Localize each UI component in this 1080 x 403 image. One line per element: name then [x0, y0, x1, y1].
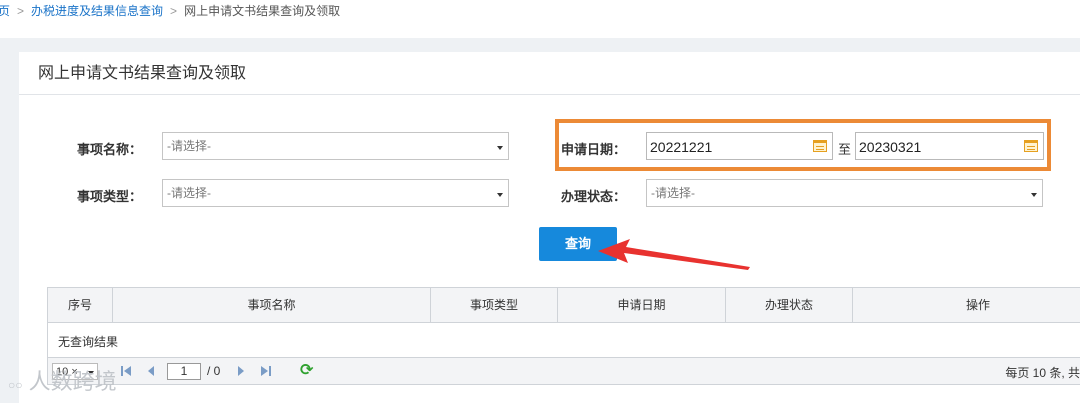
column-header-item-name: 事项名称 — [113, 288, 431, 322]
watermark-logo-icon: ○○ — [8, 378, 23, 392]
chevron-down-icon — [497, 193, 503, 197]
page-info: 每页 10 条, 共 — [1005, 366, 1080, 380]
breadcrumb-separator: > — [17, 4, 25, 18]
item-name-label: 事项名称： — [77, 142, 143, 157]
breadcrumb-current: 网上申请文书结果查询及领取 — [184, 4, 341, 18]
status-select[interactable]: -请选择- — [646, 179, 1043, 207]
item-type-label: 事项类型： — [77, 189, 143, 204]
column-header-apply-date: 申请日期 — [558, 288, 726, 322]
item-name-placeholder: -请选择- — [167, 139, 211, 153]
empty-result-text: 无查询结果 — [58, 335, 119, 349]
date-highlight-box — [555, 119, 1051, 171]
chevron-down-icon — [1031, 193, 1037, 197]
breadcrumb: 首页 > 办税进度及结果信息查询 > 网上申请文书结果查询及领取 — [0, 0, 1080, 24]
chevron-down-icon — [497, 146, 503, 150]
refresh-icon[interactable]: ⟳ — [300, 363, 313, 379]
pagination-bar: 10 × 1 / 0 ⟳ 每页 10 条, 共 — [47, 357, 1080, 385]
breadcrumb-separator: > — [170, 4, 178, 18]
breadcrumb-progress-query[interactable]: 办税进度及结果信息查询 — [31, 4, 163, 18]
page-number-input[interactable]: 1 — [167, 363, 201, 380]
table-header: 序号 事项名称 事项类型 申请日期 办理状态 操作 — [48, 288, 1080, 323]
page-total: / 0 — [207, 364, 221, 378]
status-label: 办理状态： — [561, 189, 627, 204]
prev-page-icon[interactable] — [146, 365, 156, 377]
column-header-status: 办理状态 — [726, 288, 853, 322]
next-page-icon[interactable] — [236, 365, 246, 377]
item-name-select[interactable]: -请选择- — [162, 132, 509, 160]
item-type-placeholder: -请选择- — [167, 186, 211, 200]
column-header-index: 序号 — [48, 288, 113, 322]
watermark-text: 人数跨境 — [28, 369, 117, 394]
first-page-icon[interactable] — [120, 365, 132, 377]
item-type-select[interactable]: -请选择- — [162, 179, 509, 207]
status-placeholder: -请选择- — [651, 186, 695, 200]
breadcrumb-home[interactable]: 首页 — [0, 4, 10, 18]
column-header-actions: 操作 — [965, 298, 990, 312]
last-page-icon[interactable] — [260, 365, 272, 377]
watermark: ○○ 人数跨境 — [8, 364, 117, 396]
column-header-item-type: 事项类型 — [431, 288, 558, 322]
page-title: 网上申请文书结果查询及领取 — [38, 65, 247, 82]
annotation-arrow — [598, 239, 750, 270]
panel-header: 网上申请文书结果查询及领取 — [19, 52, 1080, 95]
